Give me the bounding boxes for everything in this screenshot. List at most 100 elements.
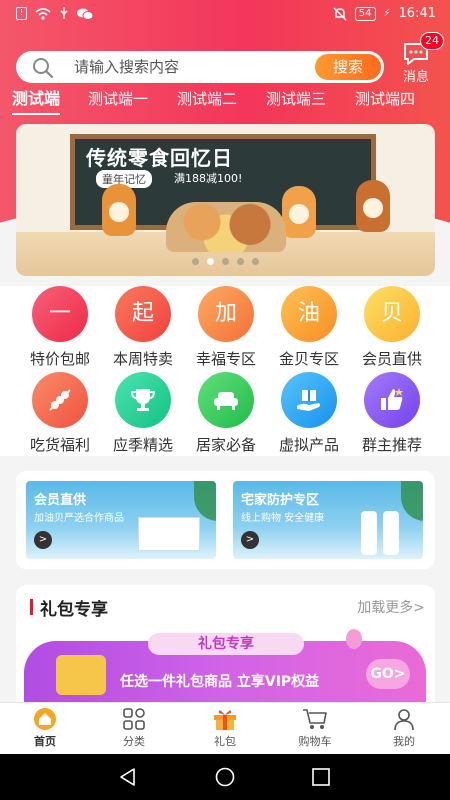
banner-snacks [166, 202, 286, 252]
section-accent-bar [30, 599, 33, 615]
entry-badge: 加 [198, 286, 254, 342]
nav-home[interactable]: 首页 [10, 707, 80, 749]
message-button[interactable]: 24 消息 [396, 32, 444, 86]
entry-label: 本周特卖 [112, 350, 173, 368]
battery-indicator: 54 [354, 6, 376, 21]
gift-banner-text: 任选一件礼包商品 立享VIP权益 [120, 674, 320, 690]
promo-bottle [361, 511, 377, 555]
recents-icon[interactable] [311, 767, 331, 787]
search-bar: 搜索 [16, 51, 384, 83]
system-navigation-bar [0, 754, 450, 800]
home-circle-icon[interactable] [215, 767, 235, 787]
load-more-link[interactable]: 加载更多> [357, 597, 425, 617]
banner-pagination [192, 258, 259, 265]
entry-happiness-zone[interactable]: 加 幸福专区 [184, 286, 268, 369]
promo-leaf [194, 481, 216, 521]
nav-cart[interactable]: 购物车 [280, 707, 350, 749]
gift-cart-illustration [56, 655, 106, 695]
promo-member-direct[interactable]: 会员直供 加油贝严选合作商品 > [26, 481, 216, 559]
entry-foodie-welfare[interactable]: 吃货福利 [18, 372, 102, 455]
message-badge: 24 [420, 32, 444, 50]
hero-banner[interactable]: 传统零食回忆日 童年记忆 满188减100! [16, 124, 435, 276]
promo-go-button[interactable]: > [241, 531, 259, 549]
wifi-icon [35, 7, 51, 20]
tab-1[interactable]: 测试端一 [88, 88, 148, 110]
entry-home-essentials[interactable]: 居家必备 [184, 372, 268, 455]
banner-title: 传统零食回忆日 [86, 146, 233, 170]
search-button[interactable]: 搜索 [315, 54, 381, 80]
entry-badge: 贝 [364, 286, 420, 342]
gift-section-title: 礼包专享 [40, 600, 108, 620]
promo-go-button[interactable]: > [34, 531, 52, 549]
category-tabs: 测试端 测试端一 测试端二 测试端三 测试端四 [0, 88, 450, 116]
promo-product-box [138, 517, 200, 551]
nav-label: 我的 [393, 735, 415, 748]
promo-bottle [383, 511, 399, 555]
entry-gold-zone[interactable]: 油 金贝专区 [267, 286, 351, 369]
search-input[interactable] [74, 56, 304, 78]
nav-category[interactable]: 分类 [99, 707, 169, 749]
back-icon[interactable] [118, 767, 138, 787]
promo-subtitle: 线上购物 安全健康 [241, 513, 325, 524]
home-icon [34, 708, 56, 730]
entry-label: 虚拟产品 [278, 436, 339, 454]
wechat-icon [77, 8, 93, 20]
tab-4[interactable]: 测试端四 [355, 88, 415, 110]
nav-label: 分类 [123, 735, 145, 748]
cart-icon [303, 709, 327, 729]
promo-leaf [401, 481, 423, 521]
bottom-navigation: 首页 分类 礼包 购物车 我的 [0, 702, 450, 754]
entry-virtual-products[interactable]: 虚拟产品 [267, 372, 351, 455]
entry-badge: 起 [115, 286, 171, 342]
mascot-left [102, 184, 136, 236]
entry-label: 会员直供 [361, 350, 422, 368]
message-label: 消息 [402, 70, 429, 85]
nav-label: 购物车 [298, 735, 332, 748]
promo-title: 宅家防护专区 [241, 493, 320, 508]
balloon-icon [346, 629, 362, 649]
nav-label: 首页 [34, 735, 56, 748]
tab-3[interactable]: 测试端三 [266, 88, 326, 110]
promo-subtitle: 加油贝严选合作商品 [34, 513, 124, 524]
sofa-icon [198, 372, 254, 428]
mascot-middle [282, 186, 316, 238]
entry-badge: 一 [32, 286, 88, 342]
promo-title: 会员直供 [34, 493, 87, 508]
skewer-icon [32, 372, 88, 428]
mascot-right [356, 180, 390, 232]
notification-icon: ! [16, 7, 27, 20]
entry-label: 吃货福利 [29, 436, 90, 454]
gift-icon [214, 710, 236, 730]
thumbs-up-icon [364, 372, 420, 428]
entry-group-recommend[interactable]: 群主推荐 [350, 372, 434, 455]
gift-section: 礼包专享 加载更多> 礼包专享 任选一件礼包商品 立享VIP权益 GO> [16, 585, 435, 705]
nav-label: 礼包 [214, 735, 236, 748]
tab-0[interactable]: 测试端 [12, 88, 61, 115]
entry-label: 幸福专区 [195, 350, 256, 368]
search-icon [33, 58, 54, 79]
entry-weekly-sale[interactable]: 起 本周特卖 [101, 286, 185, 369]
status-bar: ! 54 ⚡ 16:41 [0, 0, 450, 30]
quick-entry-grid: 一 特价包邮 起 本周特卖 加 幸福专区 油 金贝专区 贝 会员直供 吃货福利 … [0, 286, 450, 456]
status-time: 16:41 [398, 6, 436, 21]
entry-badge: 油 [281, 286, 337, 342]
usb-icon [60, 7, 68, 19]
banner-promo: 满188减100! [174, 172, 243, 185]
category-icon [123, 708, 145, 730]
entry-special-free-shipping[interactable]: 一 特价包邮 [18, 286, 102, 369]
entry-label: 金贝专区 [278, 350, 339, 368]
tab-2[interactable]: 测试端二 [177, 88, 237, 110]
promo-cards: 会员直供 加油贝严选合作商品 > 宅家防护专区 线上购物 安全健康 > [16, 471, 435, 569]
nav-profile[interactable]: 我的 [369, 707, 439, 749]
entry-label: 群主推荐 [361, 436, 422, 454]
gift-go-button[interactable]: GO> [366, 659, 410, 689]
gift-banner-pill: 礼包专享 [148, 633, 304, 655]
gift-hand-icon [281, 372, 337, 428]
profile-icon [394, 709, 414, 731]
charging-icon: ⚡ [383, 8, 391, 19]
entry-label: 应季精选 [112, 436, 173, 454]
entry-seasonal-picks[interactable]: 应季精选 [101, 372, 185, 455]
promo-home-protection[interactable]: 宅家防护专区 线上购物 安全健康 > [233, 481, 423, 559]
nav-gift[interactable]: 礼包 [190, 707, 260, 749]
entry-member-direct[interactable]: 贝 会员直供 [350, 286, 434, 369]
